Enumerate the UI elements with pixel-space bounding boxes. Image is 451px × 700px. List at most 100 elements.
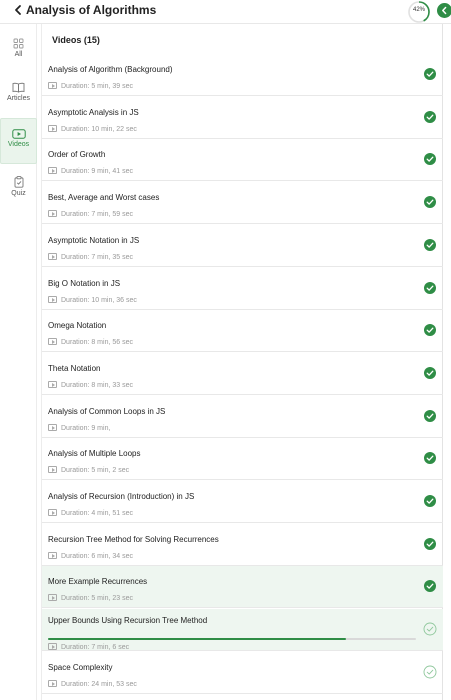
duration-text: Duration: 5 min, 39 sec — [61, 83, 133, 90]
play-icon — [48, 423, 57, 431]
check-outline-icon — [423, 665, 437, 679]
play-icon — [48, 252, 57, 260]
video-duration: Duration: 7 min, 35 sec — [48, 252, 133, 261]
header: Analysis of Algorithms 42% — [0, 0, 451, 24]
duration-text: Duration: 5 min, 23 sec — [61, 595, 133, 603]
section-title: Videos (15) — [52, 35, 100, 45]
video-item[interactable]: Analysis of Common Loops in JS Duration: … — [42, 396, 443, 438]
sidebar-item-label: Quiz — [11, 190, 26, 197]
duration-text: Duration: 10 min, 36 sec — [61, 296, 137, 304]
video-duration: Duration: 10 min, 22 sec — [48, 124, 137, 133]
duration-text: Duration: 7 min, 6 sec — [61, 644, 130, 652]
duration-text: Duration: 4 min, 51 sec — [61, 510, 133, 517]
completed-check-icon — [424, 110, 436, 123]
video-item[interactable]: Asymptotic Notation in JS Duration: 7 min… — [42, 225, 443, 267]
video-duration: Duration: 5 min, 39 sec — [48, 82, 133, 90]
video-title: Recursion Tree Method for Solving Recurr… — [48, 534, 219, 544]
play-icon — [48, 82, 57, 89]
completed-check-icon — [424, 196, 436, 209]
video-duration: Duration: 4 min, 51 sec — [48, 509, 133, 517]
video-icon — [11, 129, 26, 139]
sidebar: All Articles Videos Quiz — [0, 24, 37, 700]
video-duration: Duration: 10 min, 36 sec — [48, 295, 137, 304]
clipboard-icon — [14, 176, 23, 188]
video-title: Theta Notation — [48, 363, 101, 373]
video-duration: Duration: 5 min, 23 sec — [48, 594, 133, 602]
video-item[interactable]: Order of Growth Duration: 9 min, 41 sec — [42, 139, 443, 182]
video-title: Upper Bounds Using Recursion Tree Method — [48, 616, 208, 626]
play-icon — [48, 380, 57, 388]
duration-text: Duration: 10 min, 22 sec — [61, 125, 137, 133]
video-title: Asymptotic Analysis in JS — [48, 107, 139, 117]
play-icon — [48, 679, 57, 687]
duration-text: Duration: 9 min, 41 sec — [61, 168, 133, 176]
video-title: Analysis of Algorithm (Background) — [48, 65, 173, 74]
play-icon — [48, 551, 57, 559]
completed-check-icon — [424, 281, 436, 294]
video-duration: Duration: 8 min, 56 sec — [48, 338, 133, 346]
video-item[interactable]: Omega Notation Duration: 8 min, 56 sec — [42, 310, 443, 353]
video-title: Asymptotic Notation in JS — [48, 235, 140, 245]
play-icon — [48, 509, 57, 516]
video-duration: Duration: 9 min, — [48, 423, 111, 432]
video-item[interactable]: Theta Notation Duration: 8 min, 33 sec — [42, 353, 443, 395]
video-item[interactable]: Big O Notation in JS Duration: 10 min, 36… — [42, 268, 443, 310]
play-icon — [48, 210, 57, 218]
sidebar-item-videos[interactable]: Videos — [0, 118, 37, 164]
watch-progress-fill — [48, 638, 347, 641]
video-item[interactable]: Analysis of Multiple Loops Duration: 5 mi… — [42, 438, 443, 481]
video-duration: Duration: 7 min, 6 sec — [48, 643, 129, 651]
grid-icon — [13, 38, 24, 49]
video-title: More Example Recurrences — [48, 577, 148, 587]
video-item[interactable]: Analysis of Recursion (Introduction) in … — [42, 481, 443, 523]
video-title: Space Complexity — [48, 662, 113, 672]
sidebar-item-label: All — [14, 51, 23, 58]
video-duration: Duration: 5 min, 2 sec — [48, 466, 129, 474]
completed-check-icon — [424, 537, 436, 550]
video-title: Order of Growth — [48, 150, 106, 160]
video-item[interactable]: Upper Bounds Using Recursion Tree Method… — [42, 609, 443, 652]
sidebar-item-quiz[interactable]: Quiz — [0, 176, 37, 204]
page-title: Analysis of Algorithms — [26, 3, 157, 17]
video-title: Analysis of Common Loops in JS — [48, 406, 166, 416]
play-icon — [48, 338, 57, 346]
video-title: Omega Notation — [48, 321, 107, 331]
chevron-left-icon — [442, 6, 447, 15]
duration-text: Duration: 6 min, 34 sec — [61, 552, 133, 560]
video-title: Best, Average and Worst cases — [48, 193, 160, 203]
video-title: Analysis of Recursion (Introduction) in … — [48, 492, 195, 501]
video-title: Analysis of Multiple Loops — [48, 449, 141, 459]
collapse-button[interactable] — [437, 3, 451, 18]
video-duration: Duration: 8 min, 33 sec — [48, 380, 133, 389]
video-item[interactable]: More Example Recurrences Duration: 5 min,… — [42, 566, 443, 609]
completed-check-icon — [424, 238, 436, 251]
completed-check-icon — [424, 580, 436, 593]
chevron-left-icon[interactable] — [11, 3, 25, 17]
play-icon — [48, 167, 57, 175]
duration-text: Duration: 24 min, 53 sec — [61, 680, 137, 688]
video-item[interactable]: Asymptotic Analysis in JS Duration: 10 mi… — [42, 97, 443, 139]
video-duration: Duration: 9 min, 41 sec — [48, 167, 133, 175]
sidebar-item-articles[interactable]: Articles — [0, 82, 37, 110]
play-icon — [48, 124, 57, 132]
completed-check-icon — [424, 324, 436, 337]
video-duration: Duration: 7 min, 59 sec — [48, 210, 133, 218]
book-icon — [12, 82, 25, 93]
video-item[interactable]: Best, Average and Worst cases Duration: 7… — [42, 182, 443, 225]
duration-text: Duration: 9 min, — [61, 424, 111, 432]
sidebar-item-label: Videos — [7, 141, 30, 148]
duration-text: Duration: 7 min, 35 sec — [61, 253, 133, 261]
play-icon — [48, 643, 57, 651]
completed-check-icon — [424, 153, 436, 166]
completed-check-icon — [424, 409, 436, 422]
duration-text: Duration: 8 min, 33 sec — [61, 381, 133, 389]
video-item[interactable]: Analysis of Algorithm (Background) Durati… — [42, 54, 443, 96]
video-duration: Duration: 6 min, 34 sec — [48, 551, 133, 560]
video-item[interactable]: Space Complexity Duration: 24 min, 53 sec — [42, 652, 443, 694]
play-icon — [48, 466, 57, 474]
duration-text: Duration: 7 min, 59 sec — [61, 211, 133, 219]
play-icon — [48, 594, 57, 602]
completed-check-icon — [424, 68, 436, 80]
sidebar-item-all[interactable]: All — [0, 38, 37, 66]
video-item[interactable]: Recursion Tree Method for Solving Recurr… — [42, 524, 443, 566]
